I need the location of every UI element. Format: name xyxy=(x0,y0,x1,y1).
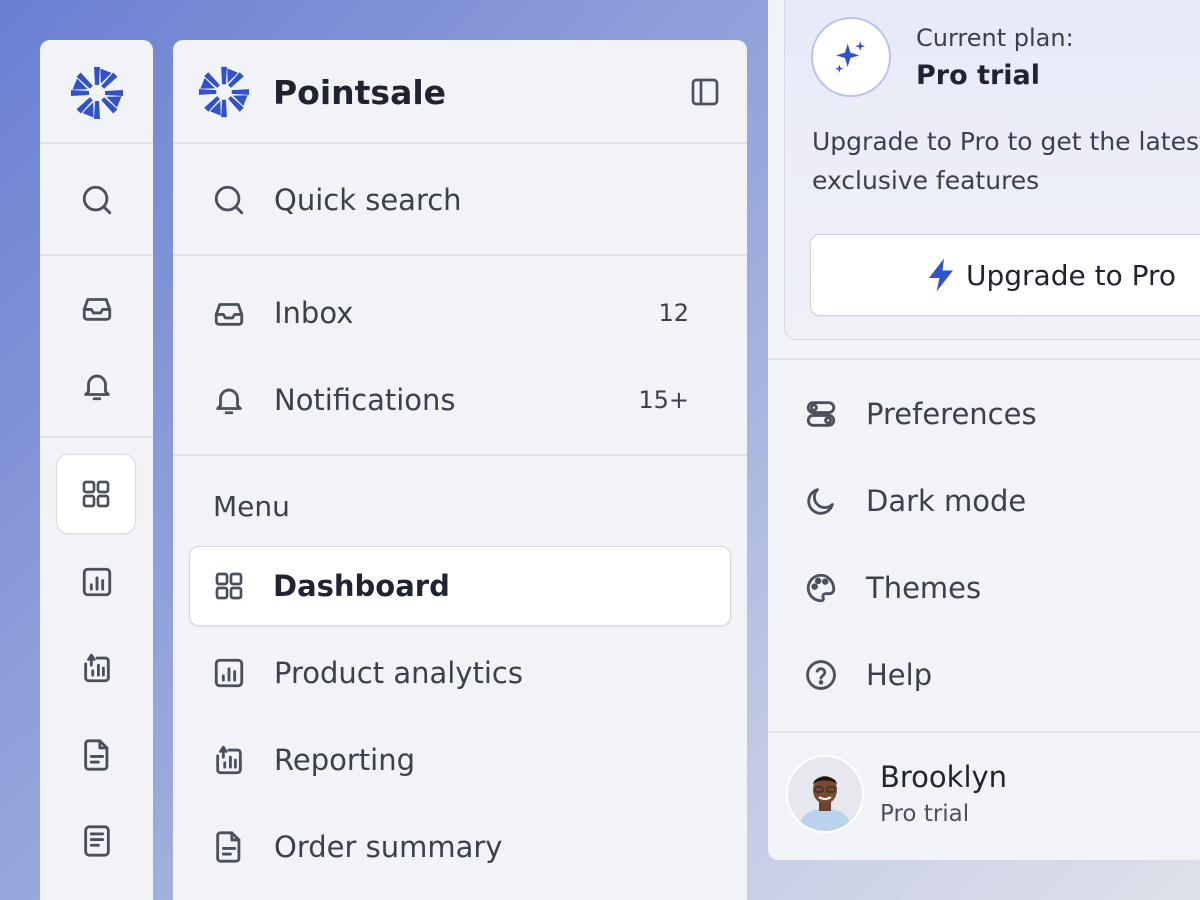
inbox-count-badge: 12 xyxy=(658,299,689,327)
rail-order-summary-button[interactable] xyxy=(40,725,153,785)
avatar xyxy=(786,755,864,833)
search-icon xyxy=(82,185,111,215)
divider xyxy=(173,254,747,256)
quick-search[interactable]: Quick search xyxy=(189,160,731,240)
sidebar-item-label: Reporting xyxy=(274,743,415,777)
sidebar-item-product-analytics[interactable]: Product analytics xyxy=(189,633,731,713)
help-icon xyxy=(806,660,836,690)
plan-icon-badge xyxy=(811,17,891,97)
rail-inbox-button[interactable] xyxy=(40,278,153,338)
reporting-icon xyxy=(83,653,110,683)
user-name: Brooklyn xyxy=(880,760,1008,794)
sidebar-item-notifications[interactable]: Notifications 15+ xyxy=(189,360,731,440)
current-plan-name: Pro trial xyxy=(916,60,1041,91)
inbox-icon xyxy=(82,298,111,321)
brand[interactable]: Pointsale xyxy=(197,66,446,118)
bell-icon xyxy=(216,388,242,415)
menu-item-preferences[interactable]: Preferences xyxy=(804,384,1037,444)
menu-item-label: Themes xyxy=(866,571,982,605)
upgrade-button[interactable]: Upgrade to Pro xyxy=(810,234,1200,316)
order-summary-icon xyxy=(83,739,108,771)
rail-analytics-button[interactable] xyxy=(40,552,153,612)
user-plan: Pro trial xyxy=(880,801,970,827)
logo-icon xyxy=(70,67,123,119)
reporting-icon xyxy=(216,745,242,775)
search-icon xyxy=(214,185,244,215)
sidebar: Pointsale Quick search Inbox 12 Notifica… xyxy=(173,40,747,900)
menu-item-label: Preferences xyxy=(866,397,1037,431)
sidebar-item-label: Notifications xyxy=(274,383,456,417)
divider xyxy=(768,358,1200,360)
menu-item-label: Help xyxy=(866,658,933,692)
inbox-icon xyxy=(214,303,244,326)
order-summary-icon xyxy=(216,831,241,863)
moon-icon xyxy=(807,488,834,515)
sparkles-icon xyxy=(835,41,866,73)
plan-card: Current plan: Pro trial Upgrade to Pro t… xyxy=(784,0,1200,340)
document-icon xyxy=(83,825,110,857)
sidebar-item-label: Dashboard xyxy=(273,569,450,603)
analytics-icon xyxy=(214,658,244,688)
divider xyxy=(173,142,747,144)
menu-item-label: Dark mode xyxy=(866,484,1027,518)
palette-icon xyxy=(806,573,836,603)
menu-item-help[interactable]: Help xyxy=(804,645,932,705)
rail-dashboard-button[interactable] xyxy=(56,454,136,534)
toggles-icon xyxy=(806,401,836,427)
account-menu: Current plan: Pro trial Upgrade to Pro t… xyxy=(768,0,1200,860)
sidebar-toggle-icon xyxy=(691,78,719,106)
sidebar-item-label: Order summary xyxy=(274,830,503,864)
rail-notifications-button[interactable] xyxy=(40,356,153,416)
current-plan-label: Current plan: xyxy=(916,24,1074,52)
notifications-count-badge: 15+ xyxy=(638,386,689,414)
logo-icon xyxy=(198,66,250,118)
bell-icon xyxy=(83,374,110,401)
dashboard-icon xyxy=(215,572,243,600)
divider xyxy=(173,454,747,456)
divider xyxy=(40,436,153,438)
quick-search-label: Quick search xyxy=(274,183,462,217)
menu-heading: Menu xyxy=(213,490,290,523)
sidebar-item-inbox[interactable]: Inbox 12 xyxy=(189,273,731,353)
sidebar-item-order-summary[interactable]: Order summary xyxy=(189,807,731,887)
menu-item-themes[interactable]: Themes xyxy=(804,558,981,618)
rail-search-button[interactable] xyxy=(40,170,153,230)
divider xyxy=(40,254,153,256)
user-profile[interactable]: Brooklyn Pro trial xyxy=(786,755,1007,833)
divider xyxy=(768,731,1200,733)
sidebar-item-reporting[interactable]: Reporting xyxy=(189,720,731,800)
rail-reporting-button[interactable] xyxy=(40,638,153,698)
logo-button[interactable] xyxy=(40,63,153,123)
dashboard-icon xyxy=(82,480,110,508)
menu-item-dark-mode[interactable]: Dark mode xyxy=(804,471,1026,531)
analytics-icon xyxy=(82,567,111,597)
divider xyxy=(40,142,153,144)
sidebar-item-label: Product analytics xyxy=(274,656,523,690)
brand-name: Pointsale xyxy=(273,72,447,112)
icon-rail xyxy=(40,40,153,900)
plan-description: Upgrade to Pro to get the latest and exc… xyxy=(812,127,1200,195)
sidebar-item-label: Inbox xyxy=(274,296,354,330)
rail-documents-button[interactable] xyxy=(40,811,153,871)
upgrade-button-label: Upgrade to Pro xyxy=(966,258,1177,292)
lightning-icon xyxy=(929,258,953,292)
sidebar-item-dashboard[interactable]: Dashboard xyxy=(189,546,731,626)
collapse-sidebar-button[interactable] xyxy=(689,76,721,108)
